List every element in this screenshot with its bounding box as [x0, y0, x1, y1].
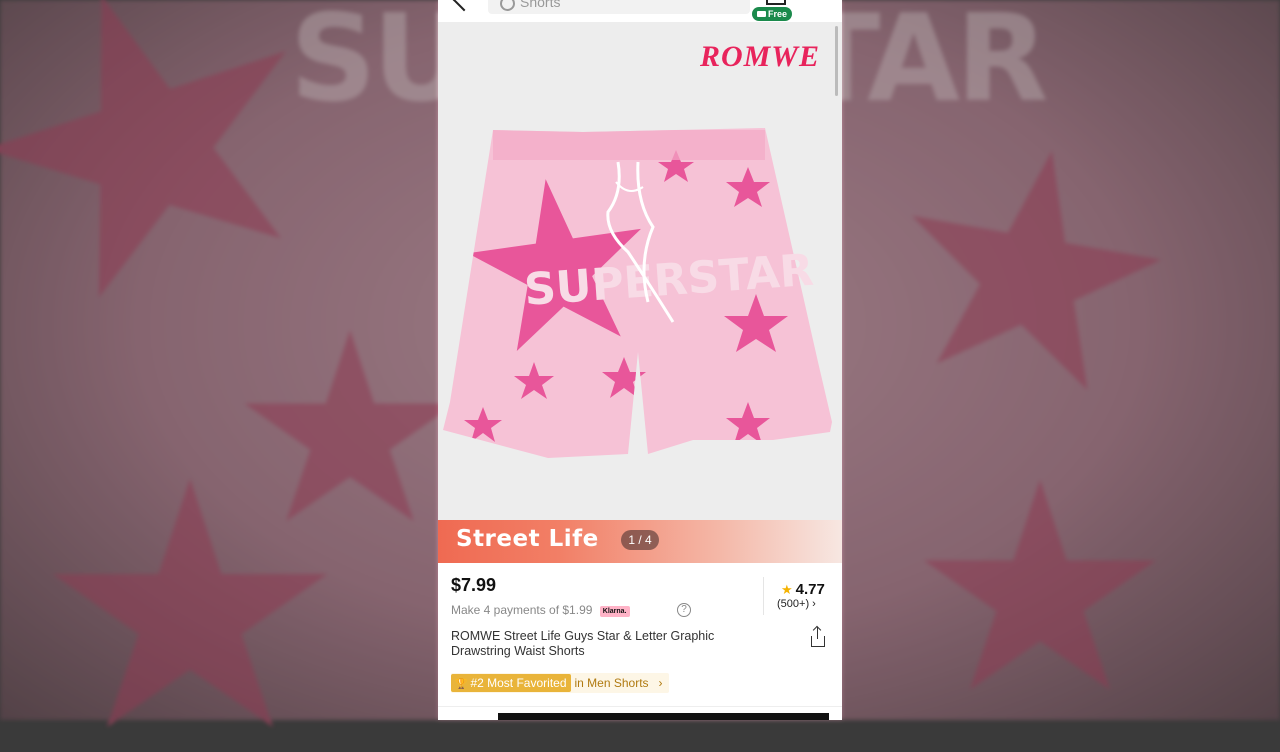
ranking-category: in Men Shorts: [574, 676, 649, 690]
installment-info[interactable]: Make 4 payments of $1.99 Klarna.: [451, 603, 630, 617]
rating[interactable]: ★ 4.77: [781, 581, 825, 598]
ranking-tag: 🏆 #2 Most Favorited: [451, 674, 571, 692]
trophy-icon: 🏆: [455, 679, 468, 690]
promo-title: Street Life: [456, 526, 599, 552]
product-info: $7.99 Make 4 payments of $1.99 Klarna. ?…: [438, 563, 842, 720]
search-input[interactable]: Shorts: [520, 0, 560, 10]
help-icon[interactable]: ?: [677, 603, 691, 617]
divider: [763, 577, 764, 615]
promo-banner[interactable]: Street Life 1 / 4: [438, 520, 842, 563]
search-icon: [500, 0, 515, 11]
chevron-right-icon: ›: [658, 676, 663, 690]
klarna-logo: Klarna.: [599, 606, 630, 617]
review-count: (500+): [777, 598, 810, 610]
cart-icon[interactable]: [766, 0, 786, 5]
installment-text: Make 4 payments of $1.99: [451, 603, 593, 617]
free-shipping-badge: Free: [752, 7, 793, 21]
truck-icon: [757, 11, 766, 17]
product-title: ROMWE Street Life Guys Star & Letter Gra…: [451, 629, 715, 658]
star-icon: ★: [781, 582, 793, 597]
background-dim-right: [842, 0, 1280, 720]
background-dim-left: [0, 0, 438, 720]
rating-value: 4.77: [795, 581, 825, 598]
top-bar: Shorts Free: [438, 0, 842, 22]
ranking-tag-text: #2 Most Favorited: [470, 676, 567, 690]
divider: [438, 706, 842, 707]
back-icon[interactable]: [452, 0, 476, 12]
share-icon[interactable]: [811, 627, 825, 647]
phone-screen: Shorts Free SUPERSTAR ROMWE Street Life …: [438, 0, 842, 720]
search-box[interactable]: Shorts: [488, 0, 750, 14]
bottom-action-bar[interactable]: [498, 713, 829, 720]
ranking-badge[interactable]: 🏆 #2 Most Favorited in Men Shorts ›: [451, 673, 669, 693]
free-shipping-label: Free: [768, 9, 788, 19]
product-image-gallery[interactable]: SUPERSTAR ROMWE: [438, 22, 842, 520]
review-count-link[interactable]: (500+) ›: [777, 598, 816, 610]
price: $7.99: [451, 575, 497, 595]
image-page-counter: 1 / 4: [621, 530, 659, 550]
brand-logo: ROMWE: [699, 40, 820, 73]
scrollbar[interactable]: [835, 26, 838, 96]
chevron-right-icon: ›: [812, 598, 816, 610]
product-image: SUPERSTAR: [443, 128, 832, 458]
